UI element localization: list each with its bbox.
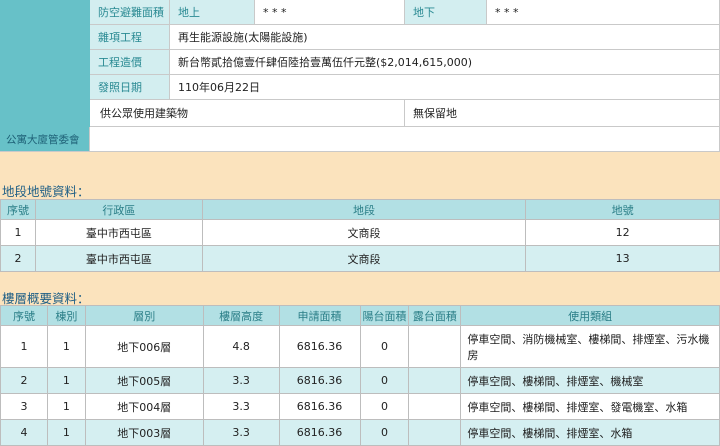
table-row: 2 1 地下005層 3.3 6816.36 0 停車空間、樓梯間、排煙室、機械… (0, 367, 720, 394)
floor-cell-terrace (408, 393, 462, 420)
land-table-header: 序號 行政區 地段 地號 (0, 199, 720, 220)
floor-cell-usage: 停車空間、消防機械室、樓梯間、排煙室、污水機房 (460, 325, 720, 368)
floor-cell-height: 3.3 (202, 367, 280, 394)
committee-value (90, 127, 720, 152)
left-teal-column (0, 0, 90, 127)
land-cell-section: 文商段 (201, 245, 527, 272)
floor-cell-index: 3 (0, 393, 48, 420)
table-row: 3 1 地下004層 3.3 6816.36 0 停車空間、樓梯間、排煙室、發電… (0, 393, 720, 420)
floor-cell-floor: 地下004層 (84, 393, 204, 420)
floor-table: 序號 棟別 層別 樓層高度 申請面積 陽台面積 露台面積 使用類組 1 1 地下… (0, 305, 720, 446)
floor-cell-balcony: 0 (359, 367, 410, 394)
floor-table-header: 序號 棟別 層別 樓層高度 申請面積 陽台面積 露台面積 使用類組 (0, 305, 720, 326)
issue-date-value: 110年06月22日 (170, 75, 720, 100)
land-header-lot: 地號 (525, 199, 720, 220)
floor-cell-area: 6816.36 (278, 393, 361, 420)
floor-header-balcony: 陽台面積 (359, 305, 410, 326)
floor-cell-floor: 地下005層 (84, 367, 204, 394)
land-header-index: 序號 (0, 199, 36, 220)
table-row: 1 1 地下006層 4.8 6816.36 0 停車空間、消防機械室、樓梯間、… (0, 325, 720, 368)
committee-label: 公寓大廈管委會 (0, 127, 90, 152)
land-table: 序號 行政區 地段 地號 1 臺中市西屯區 文商段 12 2 臺中市西屯區 文商… (0, 199, 720, 272)
floor-header-terrace: 露台面積 (408, 305, 462, 326)
floor-cell-building: 1 (46, 325, 86, 368)
floor-header-height: 樓層高度 (202, 305, 280, 326)
table-row: 1 臺中市西屯區 文商段 12 (0, 219, 720, 246)
floor-cell-terrace (408, 367, 462, 394)
land-section-title: 地段地號資料： (2, 184, 90, 199)
floor-header-usage: 使用類組 (460, 305, 720, 326)
shelter-area-label: 防空避難面積 (90, 0, 170, 25)
land-cell-lot: 12 (525, 219, 720, 246)
land-header-section: 地段 (201, 199, 527, 220)
floor-cell-balcony: 0 (359, 325, 410, 368)
floor-cell-building: 1 (46, 367, 86, 394)
land-cell-index: 1 (0, 219, 36, 246)
floor-cell-floor: 地下006層 (84, 325, 204, 368)
floor-header-index: 序號 (0, 305, 48, 326)
land-header-district: 行政區 (34, 199, 203, 220)
floor-cell-area: 6816.36 (278, 367, 361, 394)
floor-cell-height: 4.8 (202, 325, 280, 368)
floor-cell-terrace (408, 325, 462, 368)
floor-cell-area: 6816.36 (278, 325, 361, 368)
public-use-building: 供公眾使用建築物 (90, 100, 405, 127)
misc-work-label: 雜項工程 (90, 25, 170, 50)
land-cell-lot: 13 (525, 245, 720, 272)
floor-header-building: 棟別 (46, 305, 86, 326)
floor-cell-index: 1 (0, 325, 48, 368)
land-cell-index: 2 (0, 245, 36, 272)
floor-header-floor: 層別 (84, 305, 204, 326)
issue-date-label: 發照日期 (90, 75, 170, 100)
floor-cell-usage: 停車空間、樓梯間、排煙室、發電機室、水箱 (460, 393, 720, 420)
floor-cell-height: 3.3 (202, 393, 280, 420)
land-cell-section: 文商段 (201, 219, 527, 246)
cost-label: 工程造價 (90, 50, 170, 75)
table-row: 2 臺中市西屯區 文商段 13 (0, 245, 720, 272)
floor-cell-building: 1 (46, 393, 86, 420)
floor-cell-usage: 停車空間、樓梯間、排煙室、機械室 (460, 367, 720, 394)
below-ground-value: * * * (487, 0, 720, 25)
floor-cell-balcony: 0 (359, 393, 410, 420)
above-ground-label: 地上 (170, 0, 255, 25)
reserved-land: 無保留地 (405, 100, 720, 127)
below-ground-label: 地下 (405, 0, 487, 25)
misc-work-value: 再生能源設施(太陽能設施) (170, 25, 720, 50)
cost-value: 新台幣貳拾億壹仟肆佰陸拾壹萬伍仟元整($2,014,615,000) (170, 50, 720, 75)
land-cell-district: 臺中市西屯區 (34, 245, 203, 272)
floor-cell-index: 2 (0, 367, 48, 394)
above-ground-value: * * * (255, 0, 405, 25)
land-cell-district: 臺中市西屯區 (34, 219, 203, 246)
floor-header-area: 申請面積 (278, 305, 361, 326)
